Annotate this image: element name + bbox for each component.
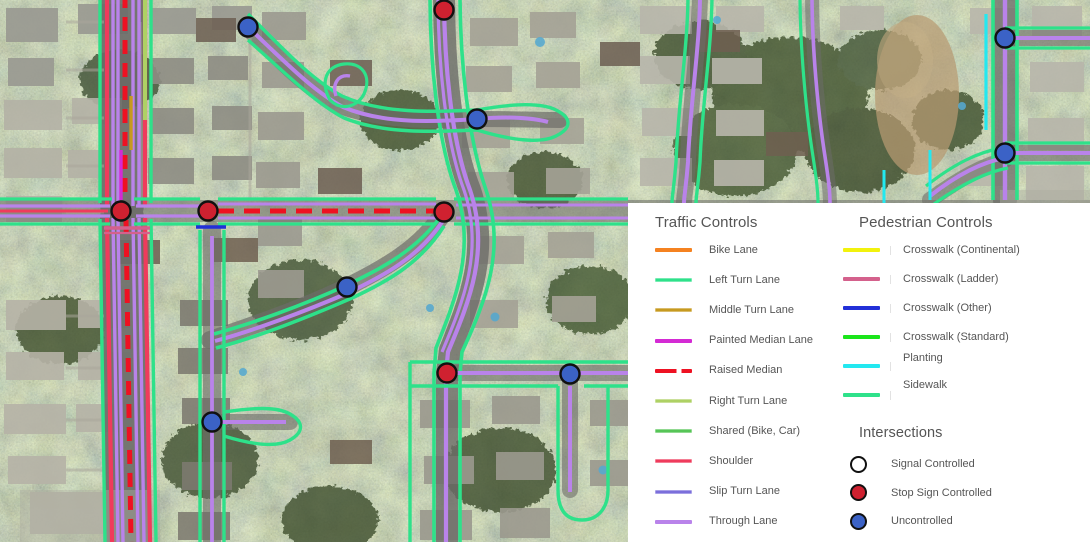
- intersection-marker-icon: [850, 455, 867, 473]
- legend-item-label: Signal Controlled: [891, 458, 975, 470]
- map-intersection-marker[interactable]: [466, 108, 488, 130]
- legend-item-intersection-1[interactable]: Stop Sign Controlled: [850, 482, 992, 504]
- legend-item-traffic-0[interactable]: Bike Lane: [655, 241, 758, 259]
- legend-swatch-wrap: [655, 338, 703, 343]
- legend-tick-icon: [887, 245, 894, 255]
- legend-swatch-wrap: [843, 248, 885, 252]
- legend-swatch-wrap: [843, 364, 885, 368]
- legend-swatch-wrap: [655, 429, 703, 434]
- legend-color-swatch: [655, 368, 692, 373]
- legend-tick-icon: [887, 361, 894, 371]
- map-intersection-marker[interactable]: [201, 411, 223, 433]
- legend-swatch-wrap: [655, 368, 703, 373]
- map-viewer: Traffic Controls Pedestrian Controls Int…: [0, 0, 1090, 542]
- legend-item-label: Bike Lane: [709, 243, 758, 256]
- legend-item-pedestrian-0[interactable]: Crosswalk (Continental): [843, 241, 1020, 259]
- map-intersection-marker[interactable]: [994, 27, 1016, 49]
- legend-item-label: Uncontrolled: [891, 515, 953, 527]
- map-intersection-marker[interactable]: [110, 200, 132, 222]
- legend-item-label: Crosswalk (Standard): [903, 330, 1009, 343]
- legend-color-swatch: [843, 248, 880, 252]
- legend-swatch-wrap: [843, 306, 885, 310]
- legend-color-swatch: [655, 278, 692, 283]
- map-intersection-marker[interactable]: [197, 200, 219, 222]
- legend-tick-icon: [887, 332, 894, 342]
- legend-item-label: Painted Median Lane: [709, 334, 813, 347]
- map-intersection-marker[interactable]: [237, 16, 259, 38]
- legend-item-label: Shared (Bike, Car): [709, 424, 801, 437]
- legend-item-label: Middle Turn Lane: [709, 303, 794, 316]
- legend-swatch-wrap: [843, 393, 885, 397]
- legend-item-traffic-1[interactable]: Left Turn Lane: [655, 271, 780, 289]
- legend-color-swatch: [655, 399, 692, 403]
- legend-item-pedestrian-5[interactable]: Sidewalk: [843, 379, 947, 404]
- legend-item-pedestrian-1[interactable]: Crosswalk (Ladder): [843, 270, 998, 288]
- legend-item-traffic-2[interactable]: Middle Turn Lane: [655, 301, 794, 319]
- legend-item-label: Sidewalk: [903, 378, 948, 391]
- legend-item-label: Left Turn Lane: [709, 273, 780, 286]
- legend-color-swatch: [655, 519, 692, 524]
- traffic-controls-title: Traffic Controls: [655, 214, 758, 231]
- legend-color-swatch: [843, 335, 880, 339]
- pedestrian-controls-title: Pedestrian Controls: [859, 214, 993, 231]
- legend-item-label: Planting: [903, 351, 943, 364]
- map-intersection-marker[interactable]: [433, 0, 455, 21]
- legend-tick-icon: [887, 274, 894, 284]
- legend-color-swatch: [843, 306, 880, 310]
- legend-item-traffic-3[interactable]: Painted Median Lane: [655, 332, 813, 350]
- legend-swatch-wrap: [655, 489, 703, 494]
- legend-item-traffic-5[interactable]: Right Turn Lane: [655, 392, 787, 410]
- legend-item-label: Stop Sign Controlled: [891, 486, 992, 499]
- legend-item-traffic-6[interactable]: Shared (Bike, Car): [655, 422, 800, 440]
- legend-color-swatch: [843, 364, 880, 368]
- legend-color-swatch: [655, 429, 692, 434]
- map-intersection-marker[interactable]: [559, 363, 581, 385]
- legend-item-traffic-4[interactable]: Raised Median: [655, 362, 782, 380]
- legend-item-intersection-0[interactable]: Signal Controlled: [850, 453, 975, 475]
- map-intersection-marker[interactable]: [994, 142, 1016, 164]
- legend-panel: Traffic Controls Pedestrian Controls Int…: [628, 203, 1090, 542]
- legend-item-label: Crosswalk (Ladder): [903, 272, 999, 285]
- legend-color-swatch: [843, 277, 880, 281]
- legend-tick-icon: [887, 390, 894, 400]
- legend-swatch-wrap: [655, 519, 703, 524]
- legend-item-label: Crosswalk (Continental): [903, 243, 1020, 256]
- legend-item-label: Shoulder: [709, 454, 754, 467]
- legend-swatch-wrap: [655, 459, 703, 464]
- legend-item-traffic-7[interactable]: Shoulder: [655, 452, 753, 470]
- legend-swatch-wrap: [655, 278, 703, 283]
- legend-swatch-wrap: [843, 335, 885, 339]
- legend-color-swatch: [655, 338, 692, 343]
- legend-color-swatch: [655, 489, 692, 494]
- legend-swatch-wrap: [655, 248, 703, 252]
- legend-color-swatch: [655, 308, 692, 313]
- legend-item-label: Right Turn Lane: [709, 394, 788, 407]
- legend-color-swatch: [655, 248, 692, 252]
- map-intersection-marker[interactable]: [436, 362, 458, 384]
- legend-tick-icon: [887, 303, 894, 313]
- legend-item-pedestrian-3[interactable]: Crosswalk (Standard): [843, 328, 1009, 346]
- legend-color-swatch: [843, 393, 880, 397]
- legend-item-pedestrian-4[interactable]: Planting: [843, 352, 943, 375]
- legend-item-label: Crosswalk (Other): [903, 301, 992, 314]
- intersections-title: Intersections: [859, 425, 943, 441]
- legend-item-label: Slip Turn Lane: [709, 485, 780, 498]
- legend-swatch-wrap: [655, 308, 703, 313]
- legend-color-swatch: [655, 459, 692, 464]
- legend-swatch-wrap: [843, 277, 885, 281]
- intersection-marker-icon: [850, 512, 867, 530]
- map-intersection-marker[interactable]: [336, 276, 358, 298]
- legend-item-traffic-8[interactable]: Slip Turn Lane: [655, 483, 780, 501]
- legend-item-traffic-9[interactable]: Through Lane: [655, 513, 778, 531]
- legend-swatch-wrap: [655, 399, 703, 403]
- legend-item-intersection-2[interactable]: Uncontrolled: [850, 510, 953, 532]
- legend-item-label: Through Lane: [709, 515, 778, 528]
- legend-item-pedestrian-2[interactable]: Crosswalk (Other): [843, 299, 992, 317]
- map-intersection-marker[interactable]: [433, 201, 455, 223]
- legend-item-label: Raised Median: [709, 364, 783, 377]
- intersection-marker-icon: [850, 484, 867, 501]
